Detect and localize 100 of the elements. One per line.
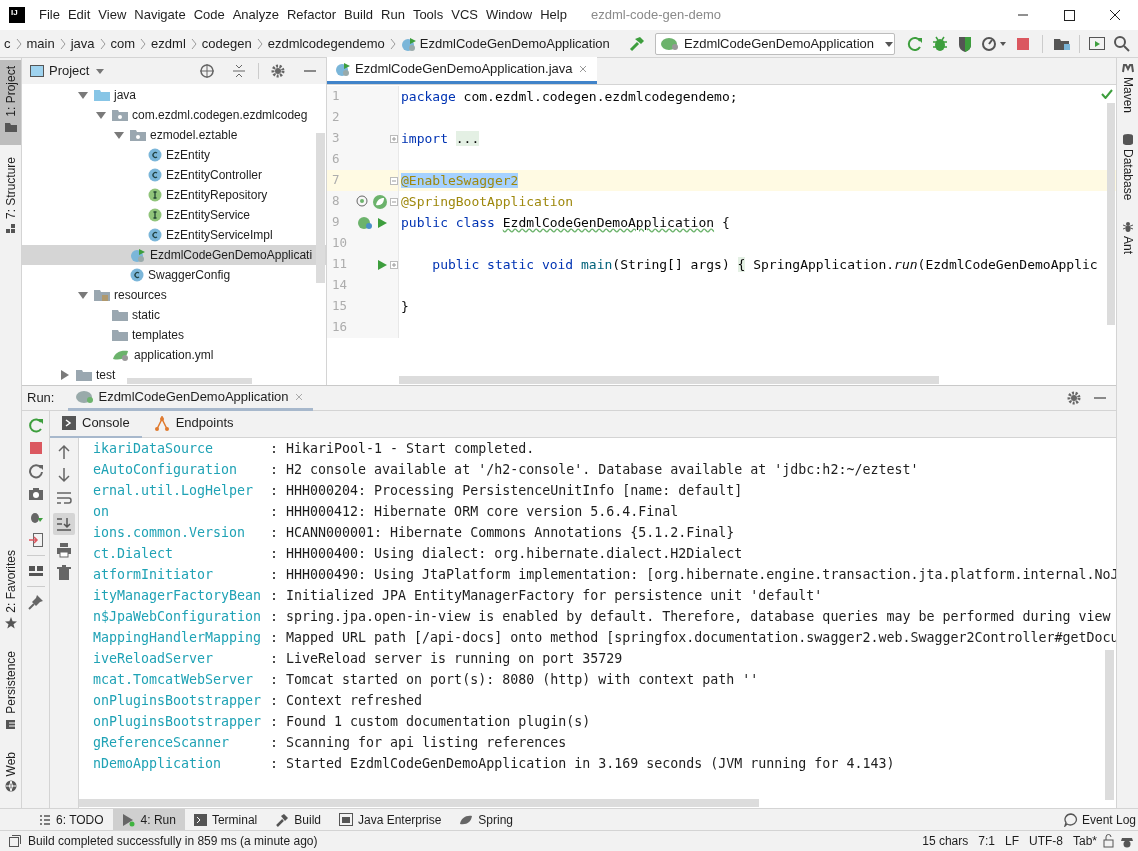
status-item[interactable]: LF: [999, 832, 1024, 850]
pin-icon[interactable]: [27, 594, 44, 610]
menu-item[interactable]: VCS: [447, 5, 482, 25]
fold-marker-icon[interactable]: [390, 197, 398, 206]
scrollbar[interactable]: [316, 133, 325, 283]
run-icon[interactable]: [376, 258, 388, 271]
tool-window-tab[interactable]: Build: [266, 808, 330, 831]
tool-window-tab[interactable]: Database: [1117, 128, 1138, 206]
project-view-dropdown[interactable]: Project: [49, 61, 106, 81]
down-arrow-icon[interactable]: [56, 467, 72, 483]
scrollbar[interactable]: [1105, 650, 1114, 800]
settings-icon[interactable]: [270, 63, 286, 79]
menu-item[interactable]: Refactor: [282, 5, 341, 25]
fold-marker-icon[interactable]: [390, 260, 398, 269]
tree-item[interactable]: EzEntityRepository: [22, 185, 326, 205]
scrollbar[interactable]: [79, 799, 759, 807]
tool-window-tab[interactable]: 4: Run: [112, 808, 185, 831]
menu-item[interactable]: Edit: [63, 5, 95, 25]
status-item[interactable]: Tab*: [1067, 832, 1102, 850]
menu-item[interactable]: View: [94, 5, 131, 25]
tree-item[interactable]: EzEntity: [22, 145, 326, 165]
menu-item[interactable]: Navigate: [130, 5, 190, 25]
tree-item[interactable]: test: [22, 365, 326, 385]
menu-item[interactable]: Code: [189, 5, 229, 25]
menu-item[interactable]: File: [35, 5, 64, 25]
menu-item[interactable]: Analyze: [228, 5, 283, 25]
stop-icon[interactable]: [27, 440, 44, 456]
menu-item[interactable]: Window: [481, 5, 537, 25]
tree-item[interactable]: resources: [22, 285, 326, 305]
scrollbar[interactable]: [399, 376, 939, 384]
tree-item[interactable]: EzEntityService: [22, 205, 326, 225]
tree-item[interactable]: java: [22, 85, 326, 105]
terminal-icon: [193, 813, 207, 826]
breadcrumb-item[interactable]: ezdml: [147, 33, 190, 54]
event-log-tab[interactable]: Event Log: [1063, 810, 1136, 829]
run-configuration-dropdown[interactable]: EzdmlCodeGenDemoApplication: [655, 32, 895, 55]
collapse-all-icon[interactable]: [231, 63, 247, 79]
tool-window-tab[interactable]: Persistence: [0, 644, 21, 736]
structure-icon: [4, 223, 17, 236]
menu-item[interactable]: Tools: [408, 5, 448, 25]
up-arrow-icon[interactable]: [56, 444, 72, 460]
expanded-arrow-icon: [112, 129, 126, 141]
rerun-icon[interactable]: [27, 417, 44, 433]
tree-item[interactable]: SwaggerConfig: [22, 265, 326, 285]
print-icon[interactable]: [56, 542, 72, 558]
tool-window-tab[interactable]: Java Enterprise: [330, 808, 451, 831]
breadcrumb-item[interactable]: c: [0, 33, 15, 54]
tool-window-tab[interactable]: Terminal: [184, 808, 267, 831]
layout-icon[interactable]: [27, 563, 44, 579]
breadcrumb-item[interactable]: ezdmlcodegendemo: [263, 33, 389, 54]
tree-item[interactable]: EzdmlCodeGenDemoApplicati: [22, 245, 326, 265]
trash-icon[interactable]: [56, 565, 72, 581]
tool-window-tab[interactable]: 7: Structure: [0, 151, 21, 242]
menu-item[interactable]: Run: [377, 5, 409, 25]
line-number: 10: [331, 234, 349, 253]
tree-item[interactable]: application.yml: [22, 345, 326, 365]
status-item[interactable]: 7:1: [973, 832, 1000, 850]
soft-wrap-icon[interactable]: [56, 490, 72, 506]
tool-window-tab[interactable]: 6: TODO: [30, 808, 113, 831]
tool-window-tab[interactable]: Ant: [1117, 215, 1138, 260]
tool-windows-toggle-icon[interactable]: [8, 834, 22, 848]
log-source: eAutoConfiguration: [93, 460, 239, 479]
search-icon[interactable]: [1112, 33, 1132, 54]
tree-item[interactable]: ezmodel.eztable: [22, 125, 326, 145]
editor-tab[interactable]: EzdmlCodeGenDemoApplication.java: [327, 57, 597, 84]
locate-target-icon[interactable]: [199, 63, 215, 79]
breadcrumb-item[interactable]: EzdmlCodeGenDemoApplication: [396, 33, 614, 54]
tree-item[interactable]: static: [22, 305, 326, 325]
breadcrumb-item[interactable]: codegen: [197, 33, 256, 54]
tree-item[interactable]: EzEntityServiceImpl: [22, 225, 326, 245]
menu-item[interactable]: Build: [340, 5, 377, 25]
status-item[interactable]: UTF-8: [1023, 832, 1068, 850]
breadcrumb-item[interactable]: com: [106, 33, 140, 54]
lock-icon[interactable]: [1102, 834, 1116, 848]
tool-window-tab[interactable]: 1: Project: [0, 60, 21, 145]
chevron-icon: [189, 36, 198, 51]
scrollbar[interactable]: [1107, 103, 1115, 325]
scroll-to-end-button[interactable]: [53, 513, 75, 535]
tool-window-tab[interactable]: Spring: [450, 808, 523, 831]
camera-icon[interactable]: [27, 486, 44, 502]
settings-icon[interactable]: [1066, 390, 1082, 406]
tool-window-tab[interactable]: Web: [0, 745, 21, 798]
console-tab[interactable]: Endpoints: [141, 410, 246, 438]
tree-item[interactable]: EzEntityController: [22, 165, 326, 185]
tool-window-tab[interactable]: 2: Favorites: [0, 544, 21, 635]
breadcrumb-item[interactable]: java: [66, 33, 99, 54]
exit-icon[interactable]: [27, 532, 44, 548]
restart-icon[interactable]: [27, 463, 44, 479]
breadcrumb-item[interactable]: main: [22, 33, 59, 54]
tree-item[interactable]: com.ezdml.codegen.ezdmlcodeg: [22, 105, 326, 125]
fold-marker-icon[interactable]: [390, 176, 398, 185]
fold-marker-icon[interactable]: [390, 134, 398, 143]
scrollbar[interactable]: [127, 378, 252, 384]
menu-item[interactable]: Help: [536, 5, 571, 25]
code-line: public class EzdmlCodeGenDemoApplication {: [400, 213, 730, 232]
run-icon[interactable]: [376, 216, 389, 229]
tree-item[interactable]: templates: [22, 325, 326, 345]
status-item[interactable]: 15 chars: [917, 832, 974, 850]
tool-window-tab[interactable]: Maven: [1117, 58, 1138, 119]
run-tab[interactable]: EzdmlCodeGenDemoApplication: [68, 385, 313, 411]
